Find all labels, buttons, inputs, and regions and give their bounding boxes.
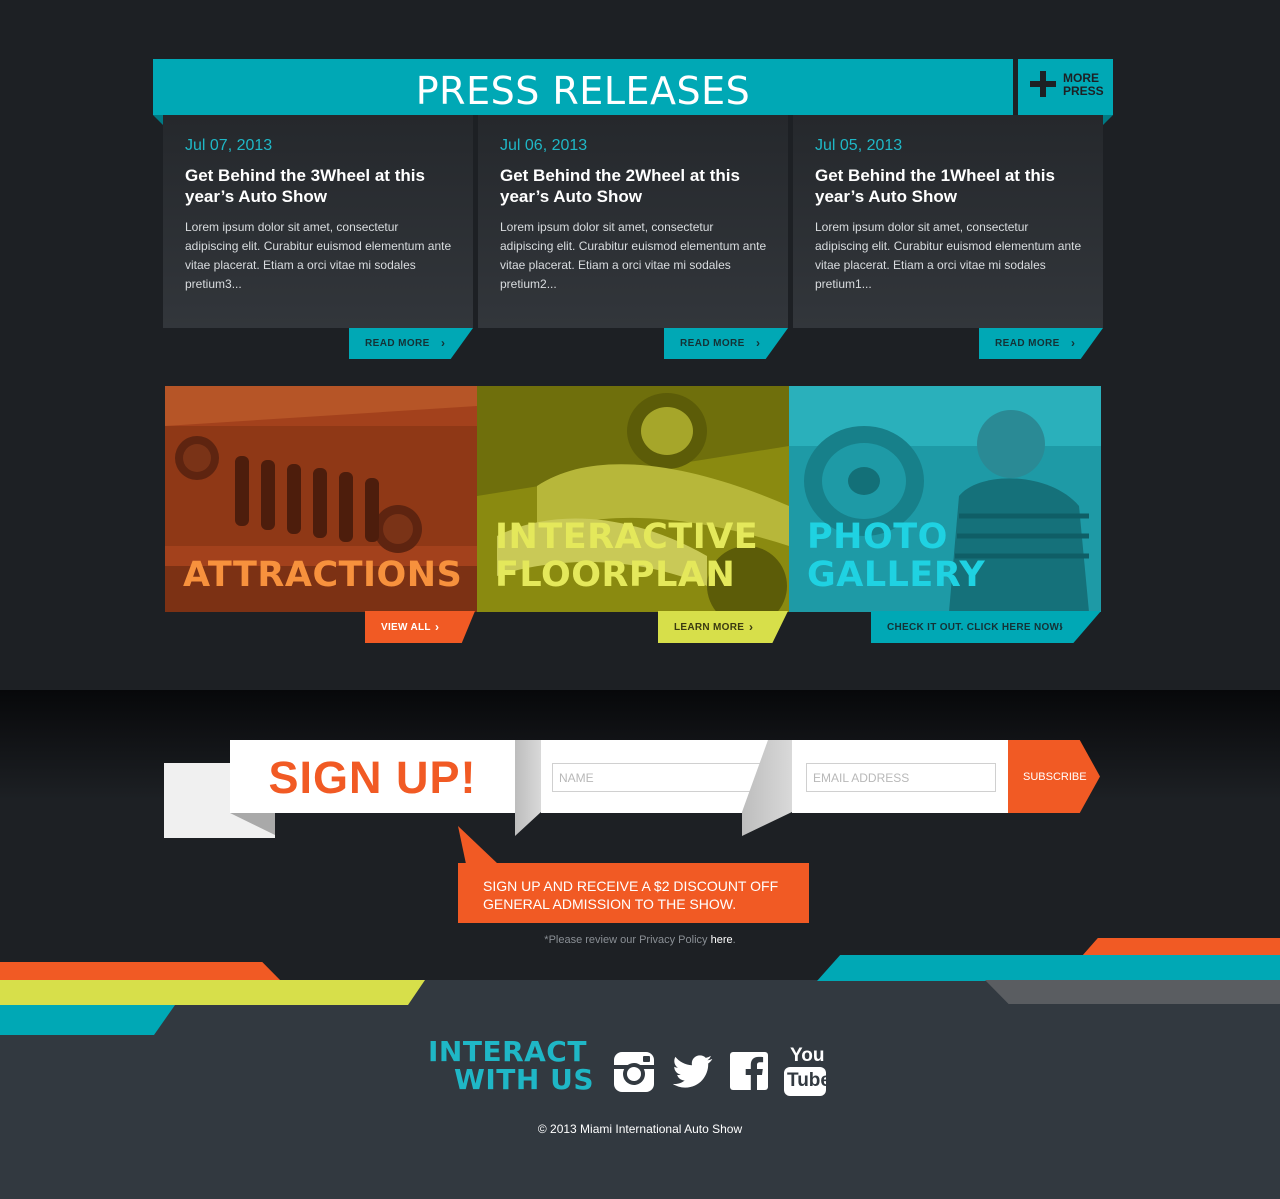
youtube-icon[interactable]: You Tube: [782, 1045, 831, 1099]
read-more-label: READ MORE: [680, 338, 745, 349]
email-field-box: [792, 740, 1008, 813]
read-more-label: READ MORE: [995, 338, 1060, 349]
banner-fold-left: [153, 115, 163, 125]
gallery-tile[interactable]: PHOTO GALLERY: [789, 386, 1101, 612]
press-headline[interactable]: Get Behind the 3Wheel at this year’s Aut…: [185, 165, 455, 207]
press-card: Jul 06, 2013 Get Behind the 2Wheel at th…: [478, 115, 788, 328]
privacy-text: *Please review our Privacy Policy: [544, 934, 711, 946]
floorplan-tile[interactable]: INTERACTIVE FLOORPLAN: [477, 386, 789, 612]
floorplan-title-line2: FLOORPLAN: [495, 555, 736, 595]
name-field-box: [541, 740, 772, 813]
youtube-tube-box: Tube: [784, 1067, 831, 1096]
gallery-cta-button[interactable]: CHECK IT OUT. CLICK HERE NOW! ›: [871, 611, 1101, 643]
signup-section: SIGN UP! SUBSCRIBE SIGN UP AND RECEIVE A…: [0, 690, 1280, 980]
stripe-orange-left: [0, 962, 282, 982]
name-input[interactable]: [552, 763, 763, 792]
ribbon-fold: [515, 740, 541, 836]
attractions-title: ATTRACTIONS: [183, 555, 463, 595]
banner-fold-right: [1103, 115, 1113, 125]
instagram-icon[interactable]: [612, 1050, 658, 1096]
stripe-orange-right: [1082, 938, 1280, 956]
press-excerpt: Lorem ipsum dolor sit amet, consectetur …: [185, 220, 452, 291]
email-input[interactable]: [806, 763, 996, 792]
facebook-icon[interactable]: [728, 1050, 774, 1096]
chevron-right-icon: ›: [749, 620, 753, 634]
gallery-cta-label: CHECK IT OUT. CLICK HERE NOW!: [887, 622, 1063, 633]
promo-bubble-tail: [458, 826, 498, 864]
read-more-button[interactable]: READ MORE ›: [979, 328, 1103, 359]
stripe-gray-right: [985, 980, 1280, 1004]
press-excerpt: Lorem ipsum dolor sit amet, consectetur …: [815, 220, 1082, 291]
press-section: PRESS RELEASES MORE PRESS Jul 07, 2013 G…: [0, 0, 1280, 690]
stripe-lime-left: [0, 980, 425, 1005]
chevron-right-icon: ›: [756, 336, 760, 350]
read-more-button[interactable]: READ MORE ›: [664, 328, 788, 359]
press-headline[interactable]: Get Behind the 2Wheel at this year’s Aut…: [500, 165, 770, 207]
subscribe-label: SUBSCRIBE: [1023, 771, 1087, 783]
read-more-button[interactable]: READ MORE ›: [349, 328, 473, 359]
read-more-label: READ MORE: [365, 338, 430, 349]
youtube-you-label: You: [790, 1045, 825, 1066]
stripe-teal-left: [0, 1005, 175, 1035]
press-banner: PRESS RELEASES: [153, 59, 1013, 115]
press-title: PRESS RELEASES: [415, 69, 751, 113]
copyright: © 2013 Miami International Auto Show: [537, 1122, 743, 1136]
learn-more-label: LEARN MORE: [674, 622, 745, 633]
interact-heading: INTERACT WITH US: [428, 1038, 594, 1094]
more-press-label: MORE PRESS: [1063, 71, 1104, 98]
privacy-note: *Please review our Privacy Policy here.: [0, 934, 1280, 946]
press-card: Jul 07, 2013 Get Behind the 3Wheel at th…: [163, 115, 473, 328]
chevron-right-icon: ›: [441, 336, 445, 350]
gallery-title: PHOTO GALLERY: [807, 518, 985, 594]
press-excerpt: Lorem ipsum dolor sit amet, consectetur …: [500, 220, 767, 291]
plus-icon: [1030, 71, 1056, 97]
learn-more-button[interactable]: LEARN MORE ›: [658, 611, 788, 643]
chevron-right-icon: ›: [435, 620, 439, 634]
promo-text: SIGN UP AND RECEIVE A $2 DISCOUNT OFF GE…: [483, 878, 779, 912]
press-date: Jul 06, 2013: [500, 137, 588, 154]
gallery-title-line1: PHOTO: [807, 517, 948, 557]
chevron-right-icon: ›: [1059, 620, 1063, 634]
floorplan-title-line1: INTERACTIVE: [495, 517, 759, 557]
press-date: Jul 05, 2013: [815, 137, 903, 154]
signup-banner: SIGN UP!: [230, 740, 515, 813]
interact-line2: WITH US: [454, 1063, 594, 1096]
youtube-tube-label: Tube: [787, 1070, 831, 1091]
chevron-right-icon: ›: [1071, 336, 1075, 350]
floorplan-title: INTERACTIVE FLOORPLAN: [495, 518, 758, 594]
signup-title: SIGN UP!: [268, 752, 477, 803]
attractions-tile[interactable]: ATTRACTIONS: [165, 386, 477, 612]
press-card: Jul 05, 2013 Get Behind the 1Wheel at th…: [793, 115, 1103, 328]
interact-line1: INTERACT: [428, 1035, 587, 1068]
press-date: Jul 07, 2013: [185, 137, 273, 154]
privacy-end: .: [732, 934, 736, 946]
view-all-button[interactable]: VIEW ALL ›: [365, 611, 475, 643]
view-all-label: VIEW ALL: [381, 622, 431, 633]
stripe-teal-right: [817, 955, 1280, 981]
promo-bubble: SIGN UP AND RECEIVE A $2 DISCOUNT OFF GE…: [458, 863, 809, 923]
gallery-title-line2: GALLERY: [807, 555, 986, 595]
more-press-button[interactable]: MORE PRESS: [1018, 59, 1113, 115]
twitter-icon[interactable]: [670, 1050, 716, 1096]
subscribe-button[interactable]: SUBSCRIBE: [1008, 740, 1100, 813]
privacy-link[interactable]: here: [711, 934, 733, 946]
press-headline[interactable]: Get Behind the 1Wheel at this year’s Aut…: [815, 165, 1085, 207]
